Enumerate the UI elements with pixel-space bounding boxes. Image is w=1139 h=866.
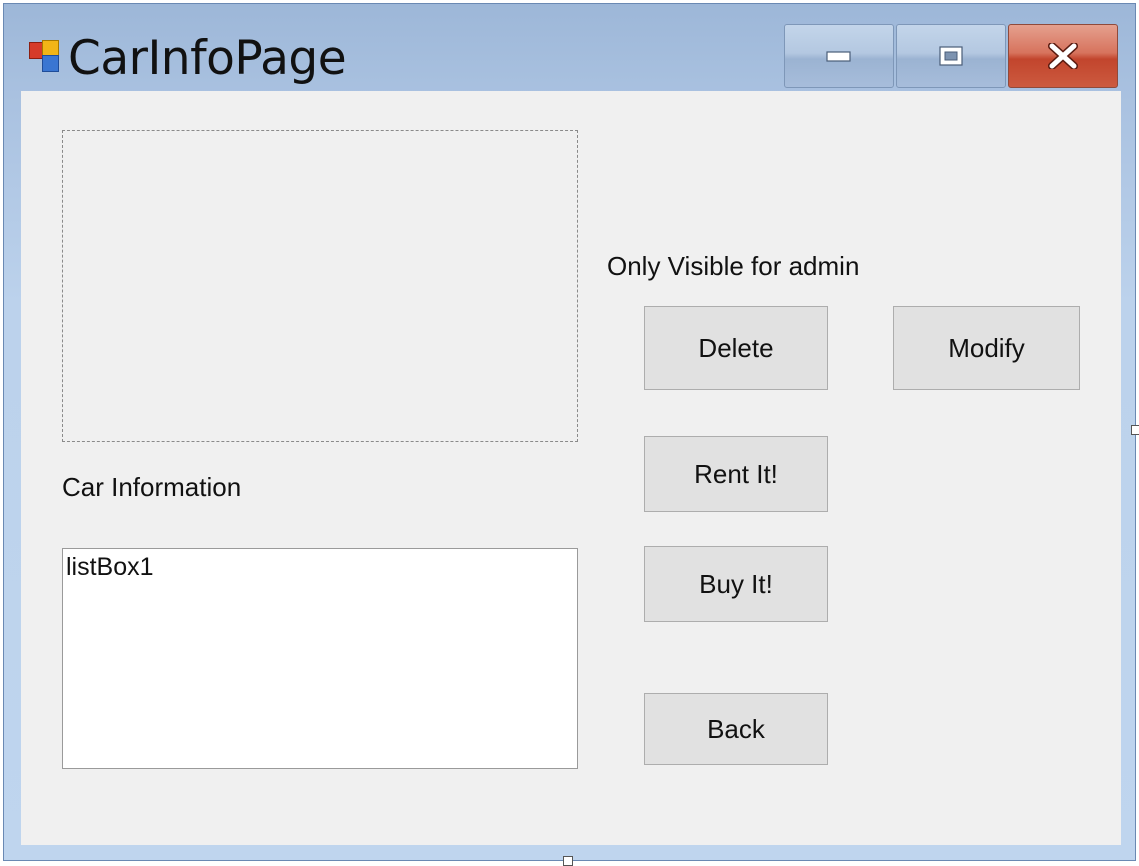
- window-title: CarInfoPage: [68, 31, 347, 86]
- close-icon: [1048, 43, 1078, 69]
- app-icon[interactable]: [26, 39, 62, 75]
- minimize-button[interactable]: [784, 24, 894, 88]
- car-picture-box: [62, 130, 578, 442]
- buy-it-button[interactable]: Buy It!: [644, 546, 828, 622]
- form-client-area: Only Visible for admin Delete Modify Car…: [21, 91, 1121, 845]
- app-window: CarInfoPage Only Visible for admin Delet…: [3, 3, 1136, 861]
- resize-handle-right[interactable]: [1131, 425, 1139, 435]
- admin-only-label: Only Visible for admin: [607, 251, 860, 281]
- minimize-icon: [826, 51, 851, 62]
- close-button[interactable]: [1008, 24, 1118, 88]
- maximize-button[interactable]: [896, 24, 1006, 88]
- car-information-label: Car Information: [62, 472, 242, 502]
- list-item[interactable]: listBox1: [66, 553, 154, 582]
- resize-handle-bottom[interactable]: [563, 856, 573, 866]
- rent-it-button[interactable]: Rent It!: [644, 436, 828, 512]
- car-info-listbox[interactable]: listBox1: [62, 548, 578, 769]
- delete-button[interactable]: Delete: [644, 306, 828, 390]
- back-button[interactable]: Back: [644, 693, 828, 765]
- modify-button[interactable]: Modify: [893, 306, 1080, 390]
- maximize-icon: [939, 46, 963, 66]
